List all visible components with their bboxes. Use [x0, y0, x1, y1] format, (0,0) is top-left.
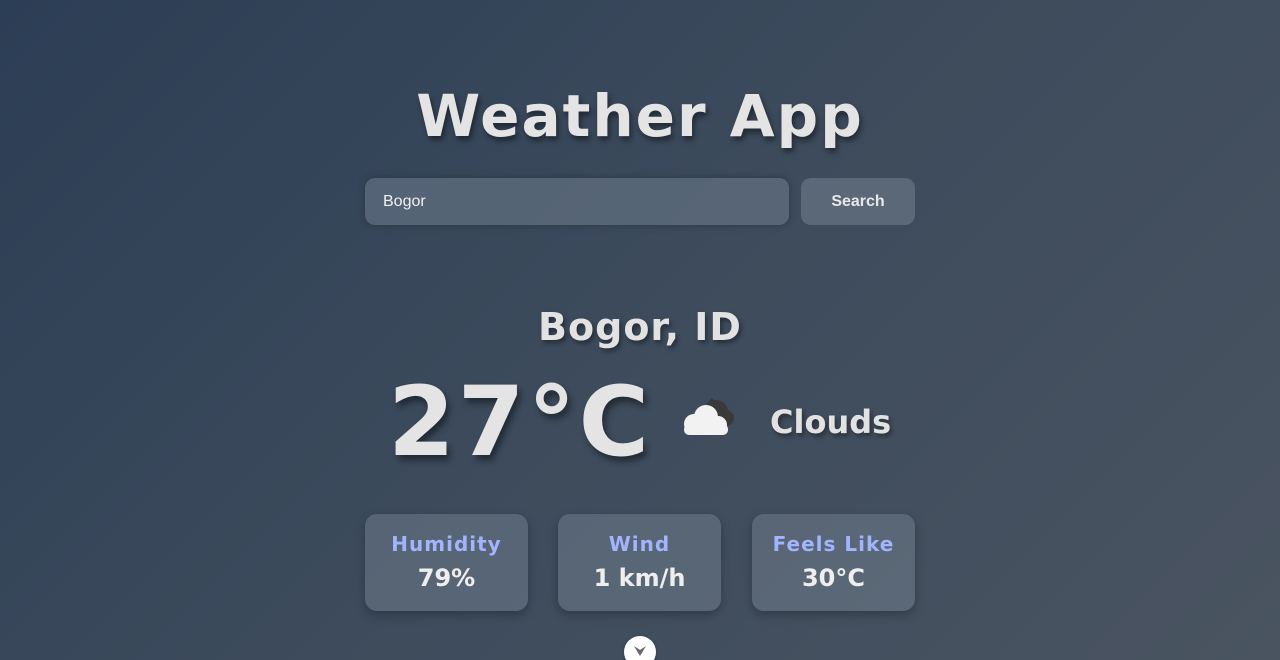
temperature: 27°C	[388, 366, 653, 478]
weather-condition: Clouds	[770, 403, 892, 441]
feels-like-card: Feels Like 30°C	[752, 514, 915, 611]
scroll-down-button[interactable]	[624, 636, 656, 660]
stat-label: Wind	[608, 532, 671, 556]
cloud-icon	[674, 392, 740, 442]
stat-value: 1 km/h	[593, 564, 686, 592]
location-name: Bogor, ID	[538, 305, 742, 349]
wind-card: Wind 1 km/h	[558, 514, 721, 611]
stat-label: Humidity	[391, 532, 502, 556]
search-input[interactable]	[365, 178, 789, 225]
search-button[interactable]: Search	[801, 178, 915, 225]
humidity-card: Humidity 79%	[365, 514, 528, 611]
app-title: Weather App	[416, 82, 864, 150]
search-bar: Search	[365, 178, 915, 225]
weather-app: Weather App Search Bogor, ID 27°C Clouds…	[0, 0, 1280, 660]
stat-value: 79%	[417, 564, 476, 592]
chevron-down-icon	[634, 646, 646, 656]
stat-label: Feels Like	[772, 532, 895, 556]
stat-value: 30°C	[801, 564, 865, 592]
